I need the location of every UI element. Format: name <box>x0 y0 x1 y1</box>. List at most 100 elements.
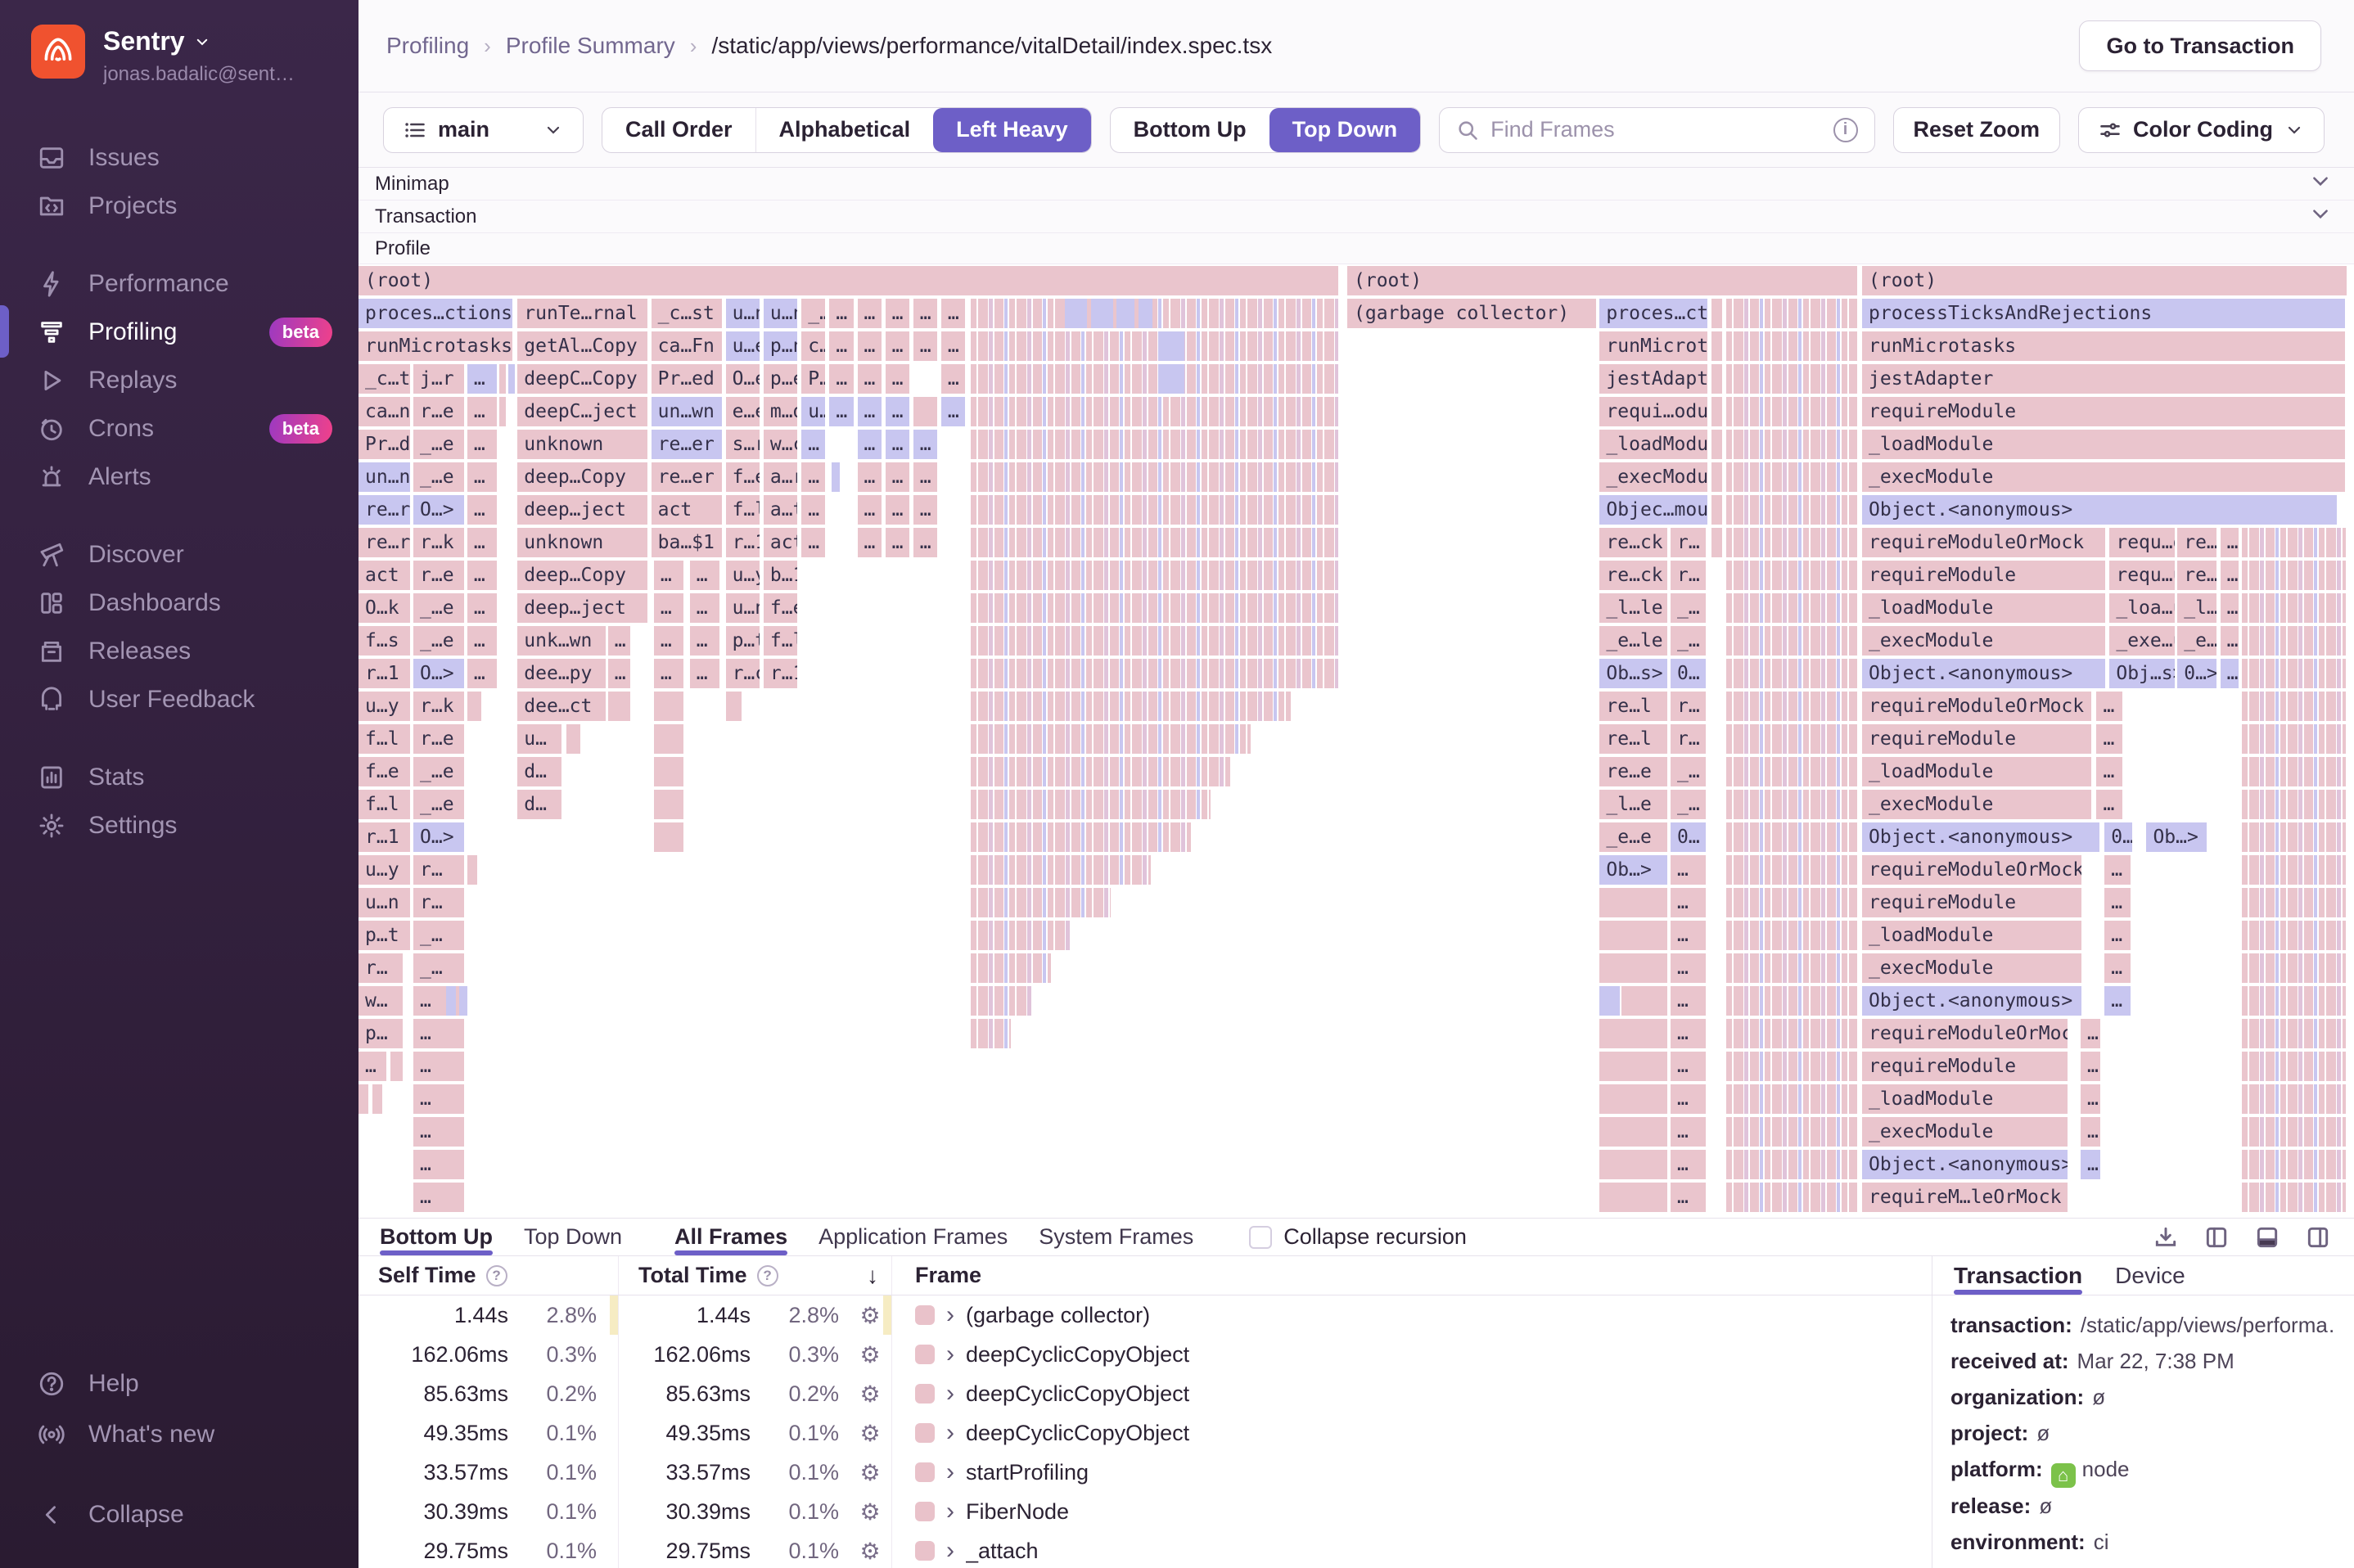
flame-cell[interactable]: u… <box>801 397 825 426</box>
flame-cell[interactable] <box>971 593 1338 623</box>
gear-icon[interactable]: ⚙ <box>849 1459 891 1486</box>
flame-cell[interactable] <box>1599 1117 1667 1147</box>
flame-cell[interactable]: Object.<anonymous> <box>1862 659 2105 688</box>
flame-cell[interactable]: 0… <box>1671 822 1706 852</box>
flame-cell[interactable]: … <box>413 1117 464 1147</box>
flame-cell[interactable]: _loadModule <box>1862 1084 2068 1114</box>
flame-cell[interactable]: u…n <box>726 299 760 328</box>
sidebar-item-replays[interactable]: Replays <box>0 356 359 404</box>
sidebar-item-help[interactable]: Help <box>0 1358 359 1409</box>
flame-cell[interactable]: requireModuleOrMock <box>1862 1019 2068 1048</box>
breadcrumb-profiling[interactable]: Profiling <box>386 33 469 59</box>
flame-cell[interactable]: Object.<anonymous> <box>1862 822 2099 852</box>
flame-cell[interactable] <box>971 462 1338 492</box>
flame-cell[interactable]: … <box>941 331 965 361</box>
flame-cell[interactable] <box>1726 1150 1857 1179</box>
flame-cell[interactable] <box>2242 626 2346 656</box>
flame-cell[interactable] <box>1599 986 1619 1016</box>
flame-cell[interactable]: _e…e <box>1599 822 1667 852</box>
flame-cell[interactable]: _l…e <box>2177 593 2216 623</box>
gear-icon[interactable]: ⚙ <box>849 1420 891 1447</box>
flame-cell[interactable] <box>1599 921 1667 950</box>
flame-cell[interactable] <box>971 659 1338 688</box>
flame-cell[interactable]: Ob…> <box>1599 855 1667 885</box>
frame-cell[interactable]: ›startProfiling <box>892 1453 1932 1492</box>
flame-cell[interactable] <box>2242 1150 2346 1179</box>
flame-cell[interactable] <box>1726 397 1857 426</box>
flame-cell[interactable]: 0…> <box>2177 659 2216 688</box>
flame-cell[interactable]: ca…Fn <box>652 331 723 361</box>
flame-cell[interactable] <box>1599 953 1667 983</box>
flame-cell[interactable] <box>2242 561 2346 590</box>
transaction-section-header[interactable]: Transaction <box>359 201 2354 233</box>
flame-cell[interactable] <box>467 692 481 721</box>
flame-cell[interactable]: re…k <box>2177 528 2216 557</box>
flame-cell[interactable] <box>1726 593 1857 623</box>
flame-cell[interactable]: … <box>829 364 853 394</box>
flame-cell[interactable]: s…r <box>726 430 760 459</box>
flame-cell[interactable]: f…e <box>359 757 410 786</box>
sidebar-item-discover[interactable]: Discover <box>0 530 359 579</box>
flame-cell[interactable]: _…e <box>413 593 464 623</box>
flame-cell[interactable] <box>832 462 840 492</box>
table-row[interactable]: 30.39ms0.1%30.39ms0.1%⚙›FiberNode <box>359 1492 1932 1531</box>
flame-cell[interactable]: … <box>2081 1019 2100 1048</box>
flame-cell[interactable]: _… <box>1671 757 1706 786</box>
flame-cell[interactable] <box>1599 1019 1667 1048</box>
flame-cell[interactable] <box>2242 790 2346 819</box>
flame-cell[interactable]: … <box>413 1084 464 1114</box>
flame-cell[interactable]: _l…e <box>1599 790 1667 819</box>
sidebar-item-issues[interactable]: Issues <box>0 133 359 182</box>
flame-cell[interactable]: _…e <box>413 757 464 786</box>
flame-cell[interactable]: … <box>1671 888 1706 917</box>
org-switcher[interactable]: Sentry jonas.badalic@sent… <box>0 0 359 86</box>
flame-cell[interactable]: … <box>654 659 684 688</box>
flame-cell[interactable]: Object.<anonymous> <box>1862 495 2337 525</box>
sort-call-order-button[interactable]: Call Order <box>602 108 755 152</box>
flame-cell[interactable]: f…s <box>359 626 410 656</box>
flame-cell[interactable]: Obj…s> <box>2109 659 2174 688</box>
flame-cell[interactable]: _loadModule <box>1862 921 2081 950</box>
flame-cell[interactable]: … <box>467 364 498 394</box>
sort-alphabetical-button[interactable]: Alphabetical <box>755 108 934 152</box>
flame-cell[interactable]: u…e <box>726 331 760 361</box>
flame-cell[interactable]: u…y <box>359 692 410 721</box>
flame-cell[interactable]: act <box>764 528 797 557</box>
flame-cell[interactable]: … <box>467 561 498 590</box>
flame-cell[interactable] <box>1065 299 1087 328</box>
flame-cell[interactable]: … <box>690 659 720 688</box>
flame-cell[interactable] <box>2242 1183 2346 1212</box>
flame-cell[interactable]: u…y <box>726 561 760 590</box>
flame-cell[interactable] <box>499 364 507 394</box>
flame-cell[interactable]: runMicrotasks <box>1862 331 2345 361</box>
flame-cell[interactable]: … <box>608 659 630 688</box>
flame-cell[interactable]: … <box>2081 1150 2100 1179</box>
flame-cell[interactable] <box>971 1019 1011 1048</box>
table-row[interactable]: 162.06ms0.3%162.06ms0.3%⚙›deepCyclicCopy… <box>359 1335 1932 1374</box>
flame-cell[interactable]: _c…t <box>359 364 410 394</box>
flame-cell[interactable]: … <box>801 495 825 525</box>
layout-bottom-icon[interactable] <box>2254 1224 2280 1250</box>
flame-cell[interactable]: _loadModule <box>1862 430 2345 459</box>
flame-cell[interactable] <box>654 822 684 852</box>
flame-cell[interactable]: … <box>2221 626 2239 656</box>
flame-cell[interactable]: w… <box>359 986 403 1016</box>
flame-cell[interactable] <box>2242 757 2346 786</box>
flame-cell[interactable]: 0… <box>2104 822 2132 852</box>
flame-cell[interactable]: re…er <box>652 462 723 492</box>
flame-cell[interactable] <box>1161 331 1184 361</box>
sidebar-item-settings[interactable]: Settings <box>0 801 359 849</box>
flame-cell[interactable]: requireModule <box>1862 724 2091 754</box>
total-time-column-header[interactable]: Total Time ? ↓ <box>619 1256 892 1295</box>
flame-cell[interactable]: Pr…d <box>359 430 410 459</box>
sidebar-item-stats[interactable]: Stats <box>0 753 359 801</box>
flame-cell[interactable] <box>1711 299 1722 328</box>
flame-cell[interactable]: act <box>652 495 723 525</box>
sidebar-item-profiling[interactable]: Profilingbeta <box>0 308 359 356</box>
flame-cell[interactable] <box>1139 299 1152 328</box>
flame-cell[interactable] <box>1726 561 1857 590</box>
flame-cell[interactable]: re…ck <box>1599 561 1667 590</box>
flame-cell[interactable] <box>1726 430 1857 459</box>
flame-cell[interactable] <box>1599 888 1667 917</box>
flame-cell[interactable]: d… <box>517 790 561 819</box>
